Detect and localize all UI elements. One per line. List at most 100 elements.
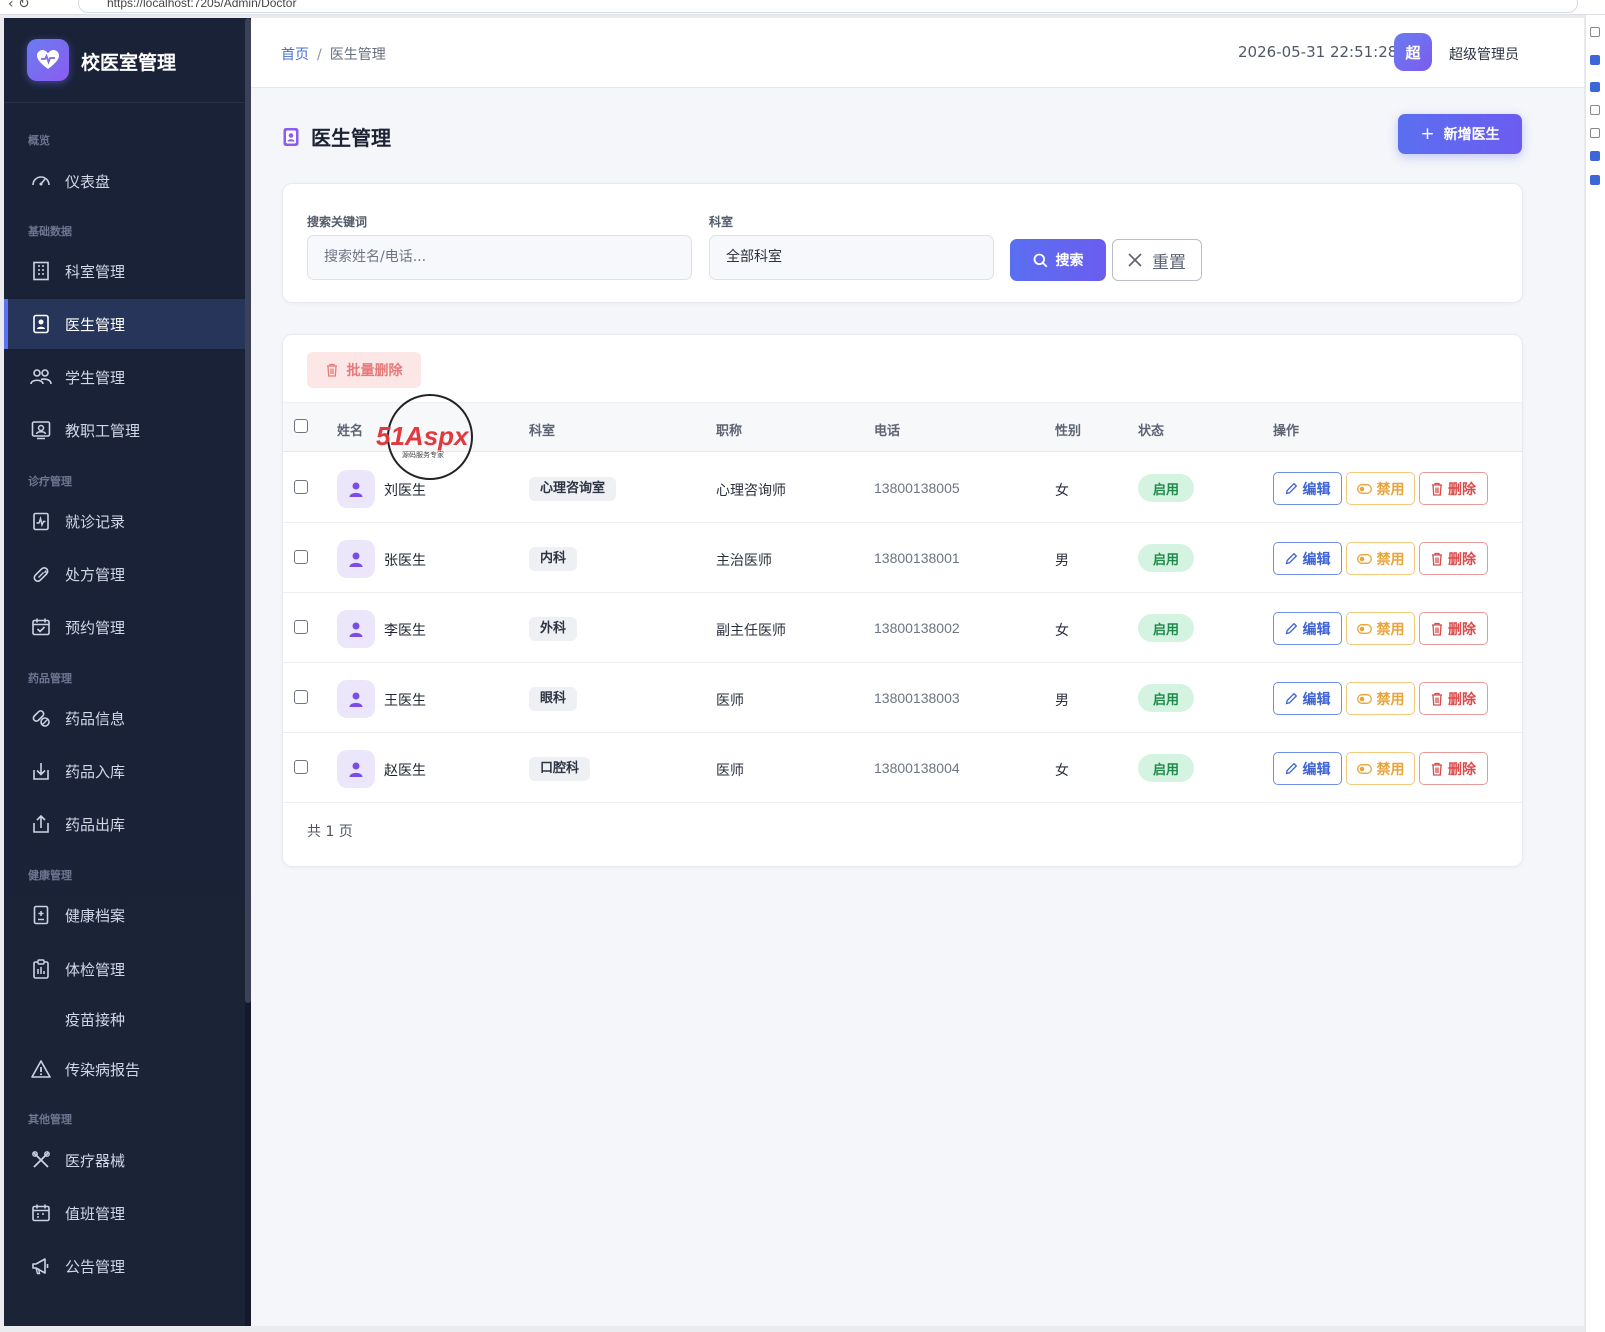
sidebar-item-students[interactable]: 学生管理 [4,352,247,402]
delete-label: 删除 [1448,481,1476,498]
side-checkbox[interactable] [1590,151,1600,161]
sidebar-item-label: 体检管理 [65,960,126,979]
doctor-avatar [337,610,375,648]
column-header-name[interactable]: 姓名 [337,420,363,439]
section-title-clinic: 诊疗管理 [28,475,72,488]
sidebar-item-vaccination[interactable]: 疫苗接种 [4,994,247,1044]
disable-button[interactable]: 禁用 [1346,682,1415,715]
sidebar-item-announcements[interactable]: 公告管理 [4,1241,247,1291]
row-checkbox[interactable] [294,690,308,704]
sidebar-item-label: 医疗器械 [65,1151,126,1170]
side-checkbox[interactable] [1590,175,1600,185]
disable-button[interactable]: 禁用 [1346,542,1415,575]
row-checkbox[interactable] [294,550,308,564]
section-title-health: 健康管理 [28,869,72,882]
sidebar-item-label: 预约管理 [65,618,126,637]
filter-card: 搜索关键词 搜索姓名/电话... 科室 全部科室 搜索 重置 [282,183,1523,303]
table-row: 赵医生 口腔科 医师 13800138004 女 启用 编辑 禁用 删除 [283,733,1522,803]
row-checkbox[interactable] [294,620,308,634]
sidebar-item-dashboard[interactable]: 仪表盘 [4,156,247,206]
section-title-medicine: 药品管理 [28,672,72,685]
column-header-gender[interactable]: 性别 [1055,420,1081,439]
tools-icon [30,1149,52,1171]
column-header-title[interactable]: 职称 [716,420,742,439]
disable-button[interactable]: 禁用 [1346,472,1415,505]
sidebar-item-visits[interactable]: 就诊记录 [4,496,247,546]
main-content: 首页 / 医生管理 2026-05-31 22:51:28 超 超级管理员 医生管理… [251,18,1584,1326]
column-header-phone[interactable]: 电话 [874,420,900,439]
dept-badge: 外科 [529,617,578,641]
batch-delete-button[interactable]: 批量删除 [307,352,421,388]
sidebar-item-prescriptions[interactable]: 处方管理 [4,549,247,599]
trash-icon [326,363,338,377]
breadcrumb-home-link[interactable]: 首页 [281,47,309,63]
side-checkbox[interactable] [1590,128,1600,138]
search-button[interactable]: 搜索 [1010,239,1106,281]
brand[interactable]: 校医室管理 [4,18,245,103]
search-input[interactable]: 搜索姓名/电话... [307,235,692,280]
edit-label: 编辑 [1302,481,1331,498]
edit-button[interactable]: 编辑 [1273,682,1342,715]
sidebar-item-medicine-in[interactable]: 药品入库 [4,746,247,796]
browser-back-reload-icon[interactable]: ‹ ↻ [8,0,30,12]
doctor-avatar [337,680,375,718]
app-frame: 校医室管理 概览 仪表盘 基础数据 科室管理 医生管理 学生管理 教职工管理 诊… [4,18,1584,1326]
sidebar-item-label: 值班管理 [65,1204,126,1223]
browser-address-bar[interactable]: https://localhost:7205/Admin/Doctor [78,0,1578,13]
file-medical-icon [30,904,52,926]
sidebar-item-equipment[interactable]: 医疗器械 [4,1135,247,1185]
user-icon [349,692,363,707]
delete-button[interactable]: 删除 [1419,472,1488,505]
delete-button[interactable]: 删除 [1419,752,1488,785]
sidebar-item-staff[interactable]: 教职工管理 [4,405,247,455]
doctor-name: 赵医生 [384,763,426,779]
sidebar-item-appointments[interactable]: 预约管理 [4,602,247,652]
sidebar-item-label: 公告管理 [65,1257,126,1276]
dashboard-gauge-icon [30,170,52,192]
sidebar-item-checkups[interactable]: 体检管理 [4,944,247,994]
edit-button[interactable]: 编辑 [1273,612,1342,645]
side-checkbox[interactable] [1590,27,1600,37]
column-header-status[interactable]: 状态 [1138,420,1164,439]
pencil-icon [1285,482,1298,495]
add-doctor-button[interactable]: + 新增医生 [1398,114,1522,154]
sidebar-item-duty[interactable]: 值班管理 [4,1188,247,1238]
side-checkbox[interactable] [1590,55,1600,65]
delete-button[interactable]: 删除 [1419,612,1488,645]
user-name[interactable]: 超级管理员 [1449,44,1519,64]
trash-icon [1431,482,1443,496]
sidebar-item-departments[interactable]: 科室管理 [4,246,247,296]
current-datetime: 2026-05-31 22:51:28 [1238,43,1398,61]
trash-icon [1431,622,1443,636]
disable-button[interactable]: 禁用 [1346,612,1415,645]
sidebar-item-health-records[interactable]: 健康档案 [4,890,247,940]
toggle-icon [1356,693,1372,704]
delete-button[interactable]: 删除 [1419,682,1488,715]
delete-button[interactable]: 删除 [1419,542,1488,575]
sidebar-item-infectious-report[interactable]: 传染病报告 [4,1044,247,1094]
section-title-overview: 概览 [28,134,50,147]
row-checkbox[interactable] [294,760,308,774]
sidebar-item-doctors[interactable]: 医生管理 [4,299,247,349]
dept-select[interactable]: 全部科室 [709,235,994,280]
row-checkbox[interactable] [294,480,308,494]
warning-triangle-icon [30,1058,52,1080]
sidebar-item-medicine-out[interactable]: 药品出库 [4,799,247,849]
edit-button[interactable]: 编辑 [1273,472,1342,505]
doctor-name: 李医生 [384,623,426,639]
side-checkbox[interactable] [1590,105,1600,115]
user-avatar[interactable]: 超 [1394,33,1432,71]
column-header-dept[interactable]: 科室 [529,420,555,439]
disable-label: 禁用 [1376,761,1405,778]
watermark-logo: 51Aspx 源码服务专家 [376,394,473,480]
sidebar-item-medicine-info[interactable]: 药品信息 [4,693,247,743]
select-all-checkbox[interactable] [294,419,308,433]
disable-button[interactable]: 禁用 [1346,752,1415,785]
page-title-text: 医生管理 [311,126,391,150]
edit-button[interactable]: 编辑 [1273,752,1342,785]
edit-button[interactable]: 编辑 [1273,542,1342,575]
breadcrumb: 首页 / 医生管理 [281,44,386,64]
reset-button[interactable]: 重置 [1112,239,1202,281]
side-checkbox[interactable] [1590,82,1600,92]
toggle-icon [1356,623,1372,634]
